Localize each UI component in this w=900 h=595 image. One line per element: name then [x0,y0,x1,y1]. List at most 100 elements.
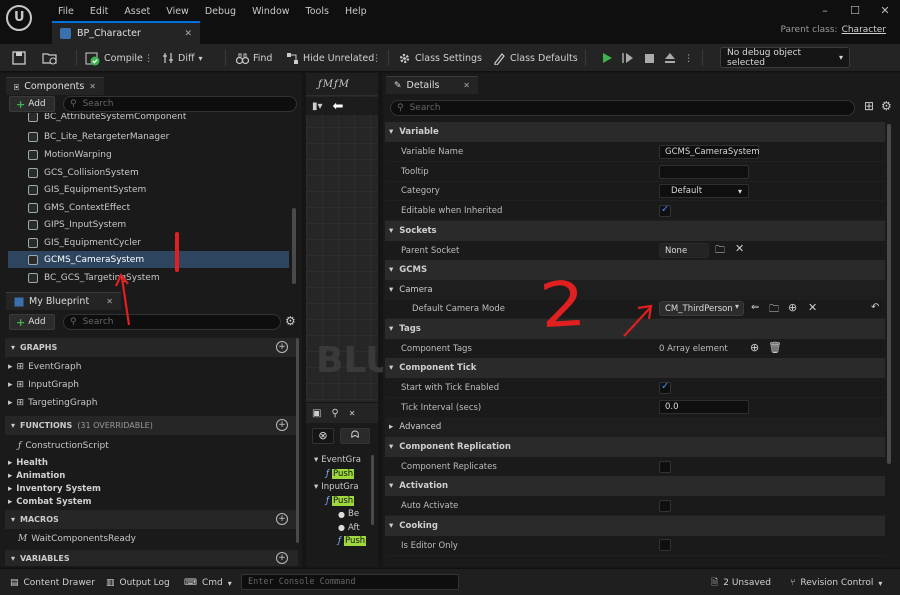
close-icon[interactable]: ✕ [870,4,900,17]
auto-activate-checkbox[interactable] [659,500,671,512]
find-result-item[interactable]: ƒ Push [326,468,355,480]
list-item[interactable]: ƒ ConstructionScript [18,438,109,454]
browse-folder-icon[interactable]: 🗀 [715,243,725,260]
close-icon[interactable]: ✕ [89,82,96,91]
binoculars-icon[interactable]: ᗣ [340,428,370,444]
tab-components[interactable]: Components ✕ [6,77,104,95]
variables-section-header[interactable]: ▾ VARIABLES + [5,550,298,566]
compile-button[interactable]: Compile [84,49,143,67]
diff-button[interactable]: Diff ▾ [162,49,203,67]
find-button[interactable]: Find [236,49,272,67]
unreal-logo-icon[interactable] [6,5,32,31]
content-drawer-button[interactable]: ▤ Content Drawer [10,575,95,591]
tab-close-icon[interactable]: ✕ [184,29,192,39]
blueprint-search-input[interactable]: ⚲ Search [63,314,281,330]
trash-icon[interactable]: 🗑 [768,341,782,354]
category-cooking[interactable]: ▾ Cooking [385,516,885,536]
category-advanced[interactable]: ▸ Advanced [385,417,885,437]
functions-section-header[interactable]: ▾ FUNCTIONS (31 OVERRIDABLE) + [5,416,298,435]
add-icon[interactable]: ⊕ [750,341,759,354]
add-variable-icon[interactable]: + [276,552,288,564]
list-item[interactable]: GIPS_InputSystem [8,216,289,233]
search-icon[interactable]: ⚲ [331,408,338,419]
close-icon[interactable]: ✕ [349,409,356,418]
class-defaults-button[interactable]: Class Defaults [493,49,578,67]
category-activation[interactable]: ▾ Activation [385,476,885,496]
category-gcms[interactable]: ▾ GCMS [385,260,885,280]
graphs-section-header[interactable]: ▾ GRAPHS + [5,338,298,357]
play-icon[interactable] [598,49,616,67]
list-item[interactable]: GCS_CollisionSystem [8,164,289,181]
category-component-replication[interactable]: ▾ Component Replication [385,437,885,457]
is-editor-only-checkbox[interactable] [659,539,671,551]
minimize-icon[interactable]: – [810,4,840,17]
browse-icon[interactable] [42,49,58,67]
reset-to-default-icon[interactable]: ↶ [871,302,879,313]
clear-results-icon[interactable]: ⊗ [312,428,334,444]
hide-unrelated-button[interactable]: Hide Unrelated [286,49,374,67]
add-graph-icon[interactable]: + [276,341,288,353]
menu-view[interactable]: View [158,6,197,17]
find-result-item[interactable]: ƒ Push [338,535,367,547]
compile-options-icon[interactable]: ⋮ [144,49,154,67]
menu-debug[interactable]: Debug [197,6,244,17]
list-item[interactable]: GIS_EquipmentSystem [8,181,289,198]
list-item[interactable]: ▸ ⊞ TargetingGraph [8,395,97,411]
revision-control-button[interactable]: ⑂ Revision Control ▾ [790,575,882,591]
blueprint-scrollbar[interactable] [296,338,299,543]
settings-gear-icon[interactable]: ⚙ [881,99,892,113]
details-scrollbar[interactable] [887,124,891,464]
clear-icon[interactable]: ✕ [735,242,744,255]
category-component-tick[interactable]: ▾ Component Tick [385,358,885,378]
class-settings-button[interactable]: Class Settings [398,49,482,67]
find-result-item[interactable]: ▾ InputGra [314,481,359,493]
find-scrollbar[interactable] [371,455,374,525]
category-animation[interactable]: ▸ Animation [8,469,65,482]
find-result-item[interactable]: ● Aft [338,522,360,534]
property-matrix-icon[interactable]: ⊞ [864,99,874,113]
find-result-item[interactable]: ƒ Push [326,495,355,507]
find-results-icon[interactable]: ▣ [312,408,321,419]
clear-icon[interactable]: ✕ [808,301,817,314]
tab-my-blueprint[interactable]: My Blueprint ✕ [6,292,121,310]
menu-edit[interactable]: Edit [82,6,116,17]
more-options-icon[interactable]: ⋮ [372,49,382,67]
browse-folder-icon[interactable]: 🗀 [769,302,779,319]
category-inventory-system[interactable]: ▸ Inventory System [8,482,101,495]
menu-tools[interactable]: Tools [298,6,337,17]
list-item[interactable]: BC_Lite_RetargeterManager [8,128,289,145]
save-icon[interactable] [12,49,26,67]
add-macro-icon[interactable]: + [276,513,288,525]
tick-interval-input[interactable]: 0.0 [659,400,749,414]
category-combat-system[interactable]: ▸ Combat System [8,495,91,508]
list-item[interactable]: BC_AttributeSystemComponent [8,113,289,125]
components-search-input[interactable]: ⚲ Search [63,96,297,112]
components-scrollbar[interactable] [292,208,296,284]
output-log-button[interactable]: ▥ Output Log [106,575,170,591]
parent-socket-value[interactable]: None [659,243,709,258]
menu-asset[interactable]: Asset [116,6,158,17]
menu-help[interactable]: Help [337,6,375,17]
add-component-button[interactable]: + Add [9,96,55,112]
stop-icon[interactable] [640,49,658,67]
list-item-selected[interactable]: GCMS_CameraSystem [8,251,289,268]
list-item[interactable]: BC_GCS_TargetingSystem [8,269,289,286]
find-result-item[interactable]: ● Be [338,508,359,520]
macros-section-header[interactable]: ▾ MACROS + [5,510,298,529]
menu-file[interactable]: File [50,6,82,17]
list-item[interactable]: ▸ ⊞ EventGraph [8,359,81,375]
tab-details[interactable]: ✎ Details ✕ [386,76,478,94]
eject-icon[interactable] [661,49,679,67]
unsaved-button[interactable]: 🗎 2 Unsaved [711,575,771,591]
cmd-select[interactable]: ⌨ Cmd ▾ [184,575,232,591]
details-search-input[interactable]: ⚲ Search [390,100,855,116]
list-item[interactable]: GMS_ContextEffect [8,199,289,216]
menu-window[interactable]: Window [244,6,297,17]
maximize-icon[interactable]: ☐ [840,4,870,17]
variable-name-input[interactable]: GCMS_CameraSystem [659,145,760,159]
parent-class-link[interactable]: Character [842,25,886,35]
back-arrow-icon[interactable]: ⬅ [333,99,344,114]
list-item[interactable]: M WaitComponentsReady [18,531,136,547]
category-sockets[interactable]: ▾ Sockets [385,221,885,241]
bookmark-icon[interactable]: ▮▾ [312,101,323,112]
